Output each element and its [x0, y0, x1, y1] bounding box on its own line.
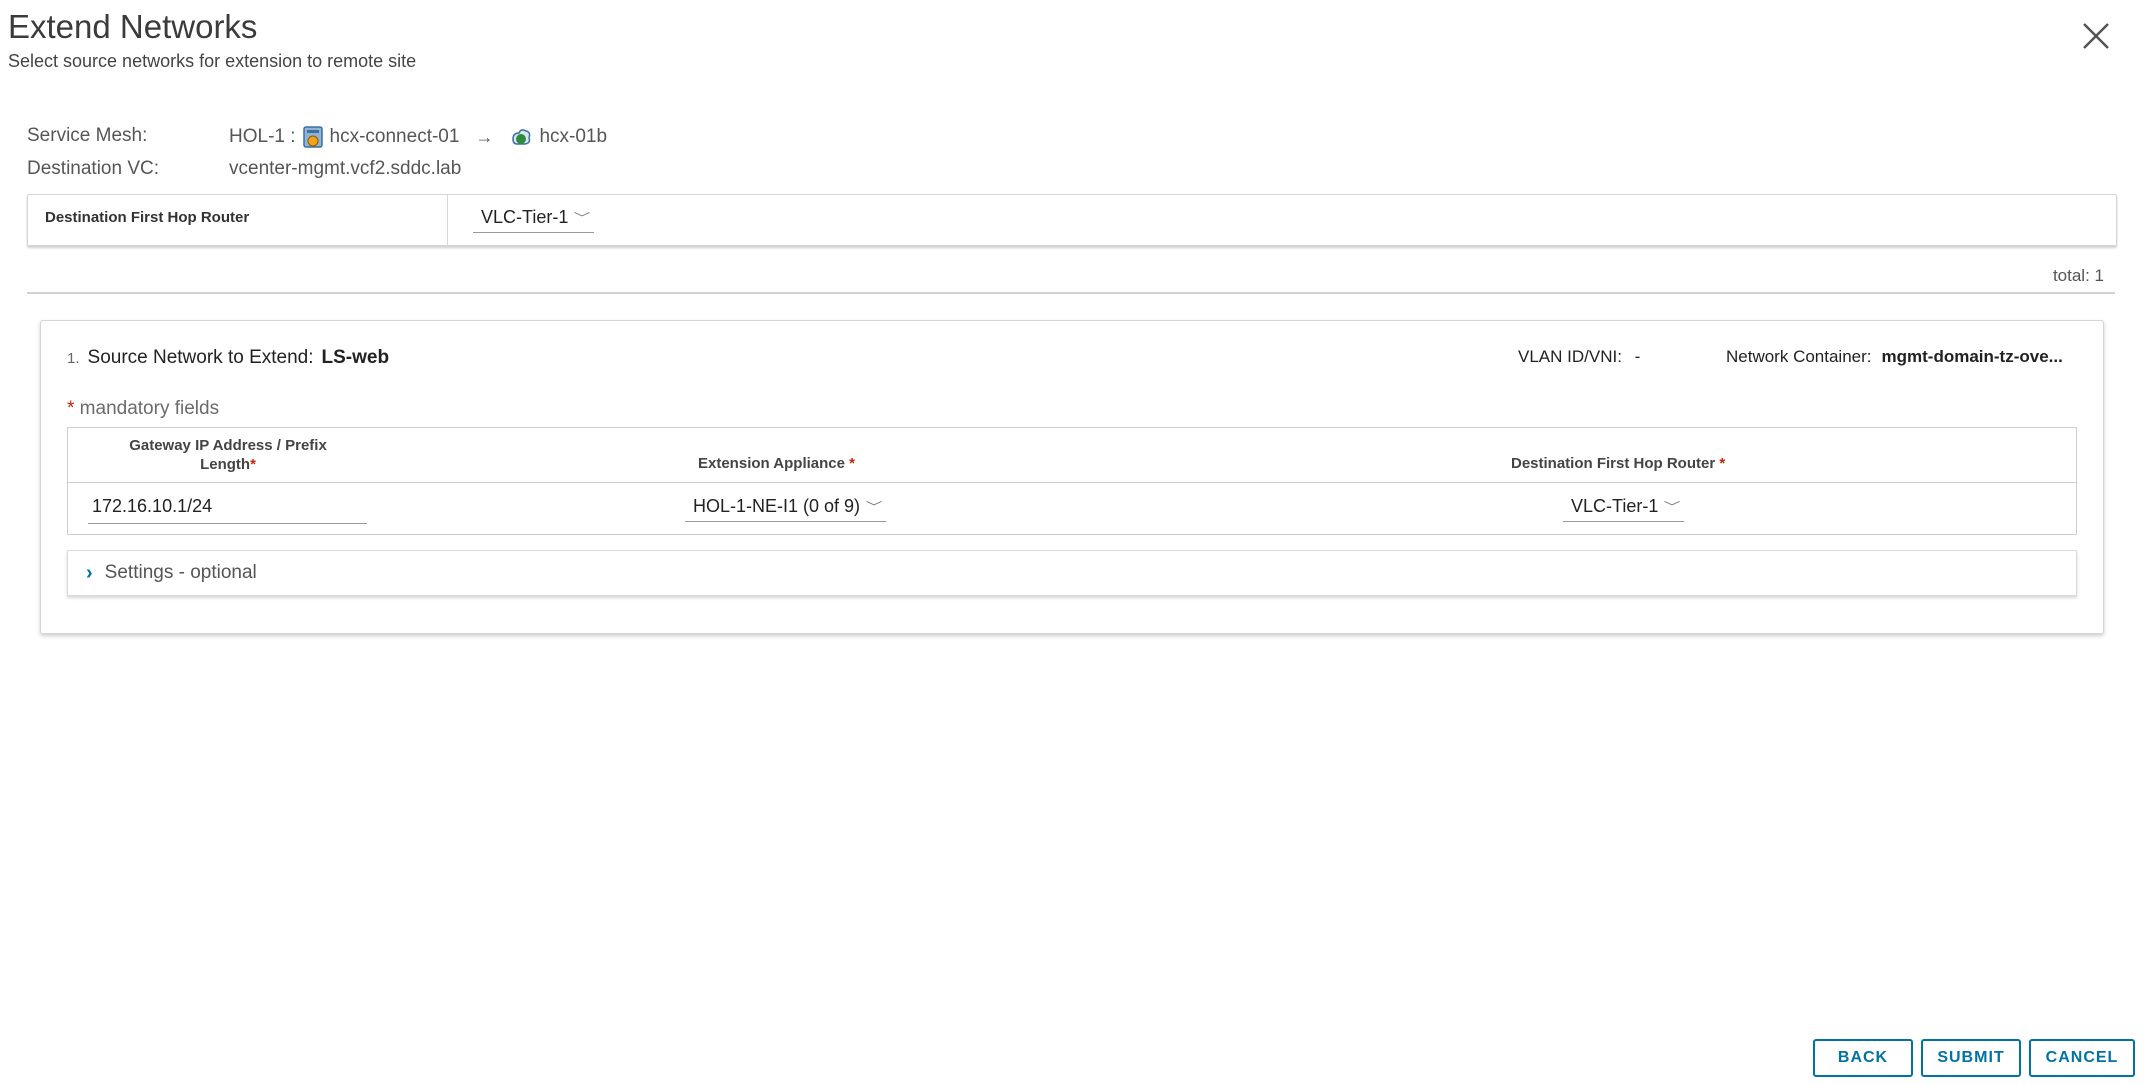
mandatory-note: * mandatory fields	[67, 398, 219, 420]
total-count: total: 1	[2052, 266, 2104, 285]
network-header: 1. Source Network to Extend: LS-web	[67, 347, 389, 369]
settings-optional-toggle[interactable]: › Settings - optional	[67, 550, 2077, 596]
column-router: Destination First Hop Router *	[1511, 454, 1725, 473]
network-container-info: Network Container: mgmt-domain-tz-ove...	[1726, 347, 2063, 367]
back-button[interactable]: BACK	[1813, 1039, 1913, 1077]
mesh-name: HOL-1 :	[229, 126, 296, 147]
chevron-down-icon: ﹀	[865, 500, 883, 514]
service-mesh-label: Service Mesh:	[27, 125, 148, 146]
arrow-right-icon: →	[475, 126, 494, 147]
router-select[interactable]: VLC-Tier-1 ﹀	[1563, 496, 1685, 522]
column-gateway-line1: Gateway IP Address / Prefix	[129, 437, 327, 454]
grid-header: Gateway IP Address / Prefix Length* Exte…	[68, 428, 2076, 483]
first-hop-router-select[interactable]: VLC-Tier-1 ﹀	[473, 207, 595, 233]
vlan-label: VLAN ID/VNI:	[1518, 347, 1622, 366]
destination-vc-value: vcenter-mgmt.vcf2.sddc.lab	[229, 158, 462, 179]
settings-optional-label: Settings - optional	[104, 562, 257, 583]
cancel-button[interactable]: CANCEL	[2029, 1039, 2135, 1077]
service-mesh-value: HOL-1 : hcx-connect-01 → hcx-01b	[229, 125, 607, 149]
dialog-title: Extend Networks	[8, 8, 258, 45]
column-router-label: Destination First Hop Router	[1511, 455, 1716, 472]
first-hop-router-label: Destination First Hop Router	[45, 209, 250, 226]
network-index: 1.	[67, 350, 80, 367]
dialog-subtitle: Select source networks for extension to …	[8, 51, 417, 71]
extension-appliance-select[interactable]: HOL-1-NE-I1 (0 of 9) ﹀	[685, 496, 887, 522]
source-network-name: LS-web	[321, 347, 390, 368]
source-network-label: Source Network to Extend:	[87, 347, 314, 368]
divider	[447, 195, 448, 245]
close-button[interactable]	[2076, 16, 2116, 56]
network-container-label: Network Container:	[1726, 347, 1872, 366]
source-site: hcx-connect-01	[329, 126, 460, 147]
chevron-down-icon: ﹀	[573, 211, 591, 225]
extension-grid: Gateway IP Address / Prefix Length* Exte…	[67, 427, 2077, 535]
divider	[27, 292, 2115, 294]
required-asterisk: *	[250, 456, 256, 473]
column-gateway: Gateway IP Address / Prefix Length*	[98, 436, 358, 474]
submit-button[interactable]: SUBMIT	[1921, 1039, 2021, 1077]
column-appliance-label: Extension Appliance	[698, 455, 845, 472]
destination-vc-label: Destination VC:	[27, 158, 160, 179]
chevron-down-icon: ﹀	[1663, 500, 1681, 514]
dest-site: hcx-01b	[539, 126, 608, 147]
router-value: VLC-Tier-1	[1571, 496, 1659, 516]
required-asterisk: *	[849, 455, 855, 472]
mandatory-text: mandatory fields	[74, 398, 220, 419]
column-gateway-line2: Length	[200, 456, 251, 473]
first-hop-router-row: Destination First Hop Router VLC-Tier-1 …	[27, 194, 2117, 246]
site-connector-icon	[302, 126, 323, 148]
chevron-right-icon: ›	[86, 561, 93, 584]
vlan-info: VLAN ID/VNI: -	[1518, 347, 1640, 367]
gateway-ip-input[interactable]	[88, 496, 367, 524]
vlan-value: -	[1634, 347, 1641, 366]
network-container-value: mgmt-domain-tz-ove...	[1881, 347, 2063, 366]
close-icon	[2083, 23, 2109, 49]
extension-appliance-value: HOL-1-NE-I1 (0 of 9)	[693, 496, 861, 516]
required-asterisk: *	[1719, 455, 1726, 472]
column-appliance: Extension Appliance *	[698, 454, 855, 473]
cloud-site-icon	[512, 129, 531, 145]
first-hop-router-value: VLC-Tier-1	[481, 207, 569, 227]
network-card: 1. Source Network to Extend: LS-web VLAN…	[40, 320, 2104, 634]
